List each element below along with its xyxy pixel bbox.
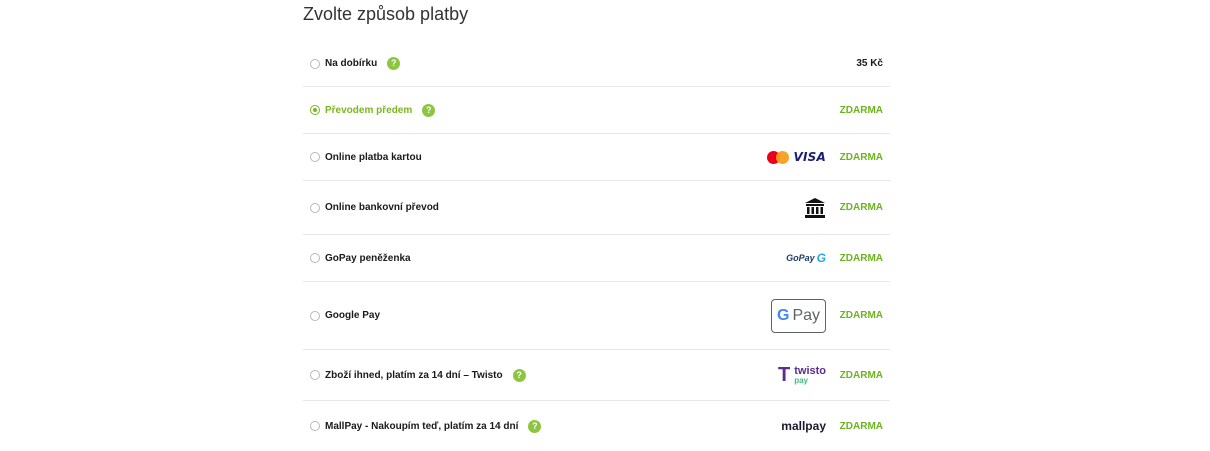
radio-button-selected[interactable] (310, 105, 320, 115)
twisto-mark-icon: T (778, 364, 791, 386)
radio-button[interactable] (310, 370, 320, 380)
payment-option-label: Převodem předem ? (325, 103, 436, 117)
payment-option-label: Google Pay (325, 310, 381, 321)
payment-method-list: Na dobírku ? 35 Kč Převodem předem ? ZDA… (303, 41, 890, 451)
google-g-icon: G (776, 306, 790, 324)
price: ZDARMA (839, 369, 883, 381)
twisto-wordmark: twisto (794, 364, 826, 377)
payment-option-mallpay[interactable]: MallPay - Nakoupím teď, platím za 14 dní… (303, 401, 890, 451)
payment-option-label: Online platba kartou (325, 151, 422, 163)
payment-option-cash-on-delivery[interactable]: Na dobírku ? 35 Kč (303, 41, 890, 87)
payment-option-bank-transfer[interactable]: Převodem předem ? ZDARMA (303, 87, 890, 134)
gopay-logo: GoPay G (786, 251, 826, 265)
help-icon[interactable]: ? (512, 368, 526, 382)
help-icon[interactable]: ? (422, 103, 436, 117)
gpay-text: Pay (792, 306, 821, 324)
mallpay-logo: mallpay (781, 419, 826, 433)
mallpay-wordmark: mallpay (781, 419, 826, 433)
mastercard-icon (766, 150, 789, 164)
twisto-pay-text: pay (794, 375, 809, 385)
payment-option-label: GoPay peněženka (325, 252, 411, 264)
price: ZDARMA (839, 310, 883, 321)
payment-option-label: Na dobírku ? (325, 57, 401, 70)
google-pay-logo: G Pay (771, 298, 826, 333)
payment-option-card-online[interactable]: Online platba kartou VISA ZDARMA (303, 134, 890, 181)
card-logos: VISA (766, 150, 826, 164)
payment-option-google-pay[interactable]: Google Pay G Pay ZDARMA (303, 282, 890, 350)
bank-icon (804, 197, 826, 219)
gopay-wordmark: GoPay (786, 253, 815, 263)
radio-button[interactable] (310, 253, 320, 263)
gopay-mark-icon: G (816, 251, 826, 265)
payment-option-label: MallPay - Nakoupím teď, platím za 14 dní… (325, 419, 542, 433)
radio-button[interactable] (310, 58, 320, 69)
payment-option-online-bank-transfer[interactable]: Online bankovní převod ZDARMA (303, 181, 890, 235)
radio-button[interactable] (310, 310, 320, 321)
price: ZDARMA (839, 104, 883, 116)
price: ZDARMA (839, 202, 883, 213)
payment-option-twisto[interactable]: Zboží ihned, platím za 14 dní – Twisto ?… (303, 350, 890, 401)
price: ZDARMA (839, 252, 883, 264)
visa-icon: VISA (793, 150, 826, 164)
price: ZDARMA (839, 420, 883, 432)
price: ZDARMA (839, 151, 883, 163)
twisto-pay-logo: T twisto pay (778, 365, 826, 385)
radio-button[interactable] (310, 202, 320, 213)
payment-option-label: Online bankovní převod (325, 202, 439, 213)
help-icon[interactable]: ? (387, 57, 401, 70)
radio-button[interactable] (310, 152, 320, 162)
radio-button[interactable] (310, 421, 320, 431)
help-icon[interactable]: ? (528, 419, 542, 433)
page-title: Zvolte způsob platby (303, 4, 469, 24)
payment-option-gopay[interactable]: GoPay peněženka GoPay G ZDARMA (303, 235, 890, 282)
price: 35 Kč (856, 58, 883, 69)
payment-option-label: Zboží ihned, platím za 14 dní – Twisto ? (325, 368, 526, 382)
